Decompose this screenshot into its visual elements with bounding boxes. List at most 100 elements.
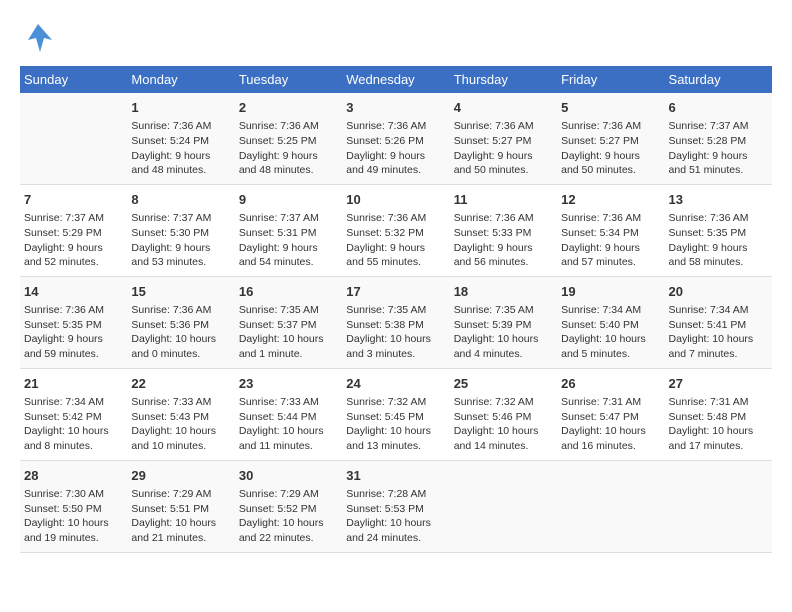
calendar-cell: 30Sunrise: 7:29 AMSunset: 5:52 PMDayligh…: [235, 460, 342, 552]
day-info-line: Sunrise: 7:36 AM: [346, 119, 445, 134]
day-number: 18: [454, 283, 553, 301]
day-info-line: and 49 minutes.: [346, 163, 445, 178]
day-info-line: Daylight: 9 hours: [454, 149, 553, 164]
day-info-line: Daylight: 10 hours: [346, 516, 445, 531]
day-info-line: and 58 minutes.: [669, 255, 768, 270]
day-info-line: Sunset: 5:38 PM: [346, 318, 445, 333]
day-info-line: Daylight: 10 hours: [669, 424, 768, 439]
day-info-line: Sunset: 5:32 PM: [346, 226, 445, 241]
day-info-line: Daylight: 9 hours: [454, 241, 553, 256]
day-info-line: Sunrise: 7:34 AM: [561, 303, 660, 318]
calendar-cell: 20Sunrise: 7:34 AMSunset: 5:41 PMDayligh…: [665, 276, 772, 368]
calendar-cell: 25Sunrise: 7:32 AMSunset: 5:46 PMDayligh…: [450, 368, 557, 460]
day-info-line: and 56 minutes.: [454, 255, 553, 270]
day-info-line: Daylight: 10 hours: [669, 332, 768, 347]
calendar-cell: 18Sunrise: 7:35 AMSunset: 5:39 PMDayligh…: [450, 276, 557, 368]
day-info-line: and 48 minutes.: [239, 163, 338, 178]
column-header-saturday: Saturday: [665, 66, 772, 93]
day-number: 16: [239, 283, 338, 301]
day-info-line: Daylight: 9 hours: [239, 241, 338, 256]
day-info-line: Sunset: 5:48 PM: [669, 410, 768, 425]
calendar-cell: 3Sunrise: 7:36 AMSunset: 5:26 PMDaylight…: [342, 93, 449, 184]
day-info-line: Daylight: 9 hours: [561, 149, 660, 164]
day-info-line: Daylight: 10 hours: [24, 516, 123, 531]
day-info-line: Sunset: 5:41 PM: [669, 318, 768, 333]
day-info-line: Sunrise: 7:36 AM: [561, 211, 660, 226]
day-info-line: and 8 minutes.: [24, 439, 123, 454]
day-number: 15: [131, 283, 230, 301]
day-number: 22: [131, 375, 230, 393]
day-info-line: Daylight: 9 hours: [24, 332, 123, 347]
calendar-week-row: 21Sunrise: 7:34 AMSunset: 5:42 PMDayligh…: [20, 368, 772, 460]
day-info-line: Sunrise: 7:31 AM: [561, 395, 660, 410]
day-info-line: Daylight: 10 hours: [239, 332, 338, 347]
calendar-cell: 11Sunrise: 7:36 AMSunset: 5:33 PMDayligh…: [450, 184, 557, 276]
calendar-week-row: 28Sunrise: 7:30 AMSunset: 5:50 PMDayligh…: [20, 460, 772, 552]
day-number: 19: [561, 283, 660, 301]
column-header-wednesday: Wednesday: [342, 66, 449, 93]
calendar-cell: 7Sunrise: 7:37 AMSunset: 5:29 PMDaylight…: [20, 184, 127, 276]
day-info-line: Sunrise: 7:37 AM: [239, 211, 338, 226]
day-info-line: Sunset: 5:35 PM: [669, 226, 768, 241]
day-info-line: Daylight: 10 hours: [131, 424, 230, 439]
day-info-line: and 16 minutes.: [561, 439, 660, 454]
day-info-line: and 24 minutes.: [346, 531, 445, 546]
calendar-week-row: 7Sunrise: 7:37 AMSunset: 5:29 PMDaylight…: [20, 184, 772, 276]
column-header-friday: Friday: [557, 66, 664, 93]
day-info-line: Sunset: 5:42 PM: [24, 410, 123, 425]
day-info-line: and 52 minutes.: [24, 255, 123, 270]
day-info-line: Sunset: 5:52 PM: [239, 502, 338, 517]
day-number: 31: [346, 467, 445, 485]
day-number: 9: [239, 191, 338, 209]
calendar-cell: 10Sunrise: 7:36 AMSunset: 5:32 PMDayligh…: [342, 184, 449, 276]
day-info-line: Sunset: 5:31 PM: [239, 226, 338, 241]
day-info-line: and 1 minute.: [239, 347, 338, 362]
calendar-cell: 21Sunrise: 7:34 AMSunset: 5:42 PMDayligh…: [20, 368, 127, 460]
logo: [20, 20, 60, 56]
day-info-line: Sunset: 5:45 PM: [346, 410, 445, 425]
day-number: 23: [239, 375, 338, 393]
day-info-line: and 54 minutes.: [239, 255, 338, 270]
calendar-cell: [450, 460, 557, 552]
day-info-line: Sunrise: 7:35 AM: [454, 303, 553, 318]
day-info-line: Sunrise: 7:28 AM: [346, 487, 445, 502]
day-number: 21: [24, 375, 123, 393]
day-info-line: Sunset: 5:39 PM: [454, 318, 553, 333]
day-number: 27: [669, 375, 768, 393]
day-info-line: Sunset: 5:34 PM: [561, 226, 660, 241]
day-info-line: Daylight: 10 hours: [346, 424, 445, 439]
column-header-tuesday: Tuesday: [235, 66, 342, 93]
calendar-cell: 9 Sunrise: 7:37 AMSunset: 5:31 PMDaylight…: [235, 184, 342, 276]
day-info-line: and 10 minutes.: [131, 439, 230, 454]
column-header-monday: Monday: [127, 66, 234, 93]
day-info-line: Sunset: 5:35 PM: [24, 318, 123, 333]
day-number: 29: [131, 467, 230, 485]
calendar-table: SundayMondayTuesdayWednesdayThursdayFrid…: [20, 66, 772, 553]
day-number: 25: [454, 375, 553, 393]
calendar-cell: 23Sunrise: 7:33 AMSunset: 5:44 PMDayligh…: [235, 368, 342, 460]
calendar-week-row: 1Sunrise: 7:36 AMSunset: 5:24 PMDaylight…: [20, 93, 772, 184]
calendar-cell: 5Sunrise: 7:36 AMSunset: 5:27 PMDaylight…: [557, 93, 664, 184]
calendar-cell: 2Sunrise: 7:36 AMSunset: 5:25 PMDaylight…: [235, 93, 342, 184]
day-info-line: Sunrise: 7:33 AM: [131, 395, 230, 410]
day-info-line: Daylight: 10 hours: [131, 332, 230, 347]
day-info-line: Sunset: 5:27 PM: [561, 134, 660, 149]
day-info-line: Sunset: 5:51 PM: [131, 502, 230, 517]
day-info-line: and 48 minutes.: [131, 163, 230, 178]
day-info-line: Sunrise: 7:37 AM: [24, 211, 123, 226]
day-info-line: Sunrise: 7:36 AM: [24, 303, 123, 318]
day-number: 2: [239, 99, 338, 117]
day-info-line: Daylight: 10 hours: [561, 332, 660, 347]
calendar-cell: 22 Sunrise: 7:33 AMSunset: 5:43 PMDayligh…: [127, 368, 234, 460]
day-number: 12: [561, 191, 660, 209]
day-info-line: and 51 minutes.: [669, 163, 768, 178]
day-info-line: Daylight: 9 hours: [131, 241, 230, 256]
day-info-line: Sunset: 5:43 PM: [131, 410, 230, 425]
day-info-line: Sunrise: 7:34 AM: [669, 303, 768, 318]
calendar-cell: 15Sunrise: 7:36 AMSunset: 5:36 PMDayligh…: [127, 276, 234, 368]
day-info-line: and 55 minutes.: [346, 255, 445, 270]
day-info-line: Daylight: 10 hours: [454, 424, 553, 439]
calendar-cell: [665, 460, 772, 552]
day-info-line: Daylight: 10 hours: [239, 424, 338, 439]
day-info-line: Daylight: 10 hours: [24, 424, 123, 439]
